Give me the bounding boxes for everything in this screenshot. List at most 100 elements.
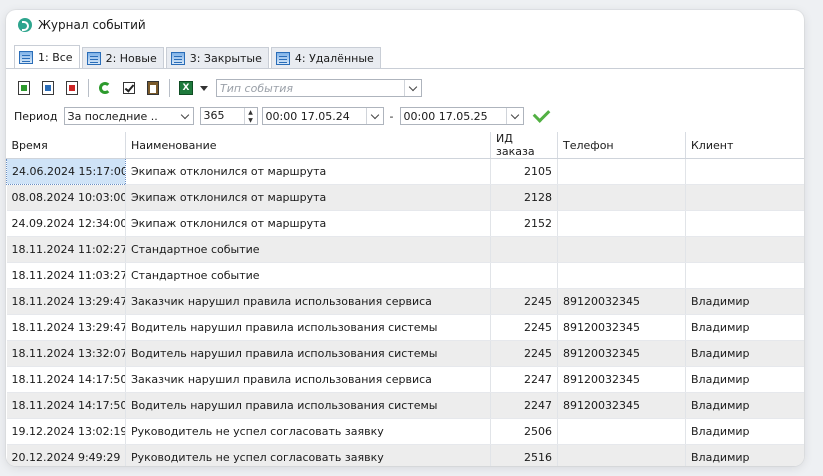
cell-name: Экипаж отклонился от маршрута [125, 184, 491, 211]
cell-name: Водитель нарушил правила использования с… [125, 340, 491, 367]
table-row[interactable]: 18.11.2024 13:32:07 Водитель нарушил прав… [6, 340, 804, 367]
cell-time: 18.11.2024 11:03:27 [6, 262, 126, 289]
cell-order-id: 2506 [490, 418, 558, 445]
table-row[interactable]: 24.06.2024 15:17:00 Экипаж отклонился от … [6, 158, 804, 185]
checkbox-icon [123, 82, 135, 94]
cell-client [685, 262, 804, 289]
list-icon [170, 51, 185, 65]
cell-time: 19.12.2024 13:02:19 [6, 418, 126, 445]
table-row[interactable]: 18.11.2024 14:17:50 Заказчик нарушил прав… [6, 366, 804, 393]
table-row[interactable]: 18.11.2024 11:03:27 Стандартное событие [6, 262, 804, 289]
chevron-down-icon[interactable] [177, 108, 193, 124]
column-header-phone[interactable]: Телефон [557, 132, 686, 159]
cell-phone [557, 444, 686, 466]
cell-order-id: 2245 [490, 288, 558, 315]
table-row[interactable]: 19.12.2024 13:02:19 Руководитель не успел… [6, 418, 804, 445]
cell-client: Владимир [685, 340, 804, 367]
add-button[interactable] [15, 79, 33, 97]
tab-deleted[interactable]: 4: Удалённые [270, 47, 381, 68]
table-row[interactable]: 20.12.2024 9:49:29 Руководитель не успел … [6, 444, 804, 466]
chevron-down-icon[interactable] [404, 80, 421, 96]
add-green-icon [18, 81, 30, 95]
event-type-select[interactable]: Тип события [216, 79, 422, 97]
period-value: За последние .. [67, 109, 158, 123]
cell-phone: 89120032345 [557, 366, 686, 393]
cell-name: Водитель нарушил правила использования с… [125, 392, 491, 419]
cell-client: Владимир [685, 418, 804, 445]
cell-phone: 89120032345 [557, 288, 686, 315]
spin-up-icon[interactable]: ▲ [245, 108, 257, 116]
cell-time: 18.11.2024 14:17:50 [6, 392, 126, 419]
tab-label: 2: Новые [105, 51, 157, 65]
chevron-down-icon[interactable] [365, 108, 383, 124]
tab-label: 1: Все [38, 50, 73, 64]
cell-order-id: 2247 [490, 366, 558, 393]
tab-closed[interactable]: 3: Закрытые [165, 47, 269, 68]
cell-name: Экипаж отклонился от маршрута [125, 210, 491, 237]
export-dropdown-caret-icon[interactable] [200, 85, 208, 91]
table-row[interactable]: 08.08.2024 10:03:00 Экипаж отклонился от … [6, 184, 804, 211]
tab-label: 3: Закрытые [189, 51, 262, 65]
date-to-picker[interactable]: 00:00 17.05.25 [399, 107, 524, 125]
column-header-order-id[interactable]: ИД заказа [490, 132, 558, 159]
select-all-button[interactable] [120, 79, 138, 97]
apply-filter-check-icon[interactable] [532, 105, 550, 123]
cell-phone [557, 236, 686, 263]
cell-time: 24.09.2024 12:34:00 [6, 210, 126, 237]
table-row[interactable]: 18.11.2024 11:02:27 Стандартное событие [6, 236, 804, 263]
cell-phone [557, 418, 686, 445]
clipboard-icon [147, 81, 159, 95]
cell-phone: 89120032345 [557, 314, 686, 341]
spin-down-icon[interactable]: ▼ [245, 116, 257, 124]
edit-button[interactable] [39, 79, 57, 97]
period-select[interactable]: За последние .. [63, 107, 194, 125]
cell-order-id: 2245 [490, 314, 558, 341]
cell-time: 18.11.2024 13:32:07 [6, 340, 126, 367]
days-spinner[interactable]: 365 ▲ ▼ [199, 107, 258, 125]
export-excel-button[interactable]: X [177, 79, 195, 97]
list-icon [86, 51, 101, 65]
column-header-client[interactable]: Клиент [685, 132, 804, 159]
cell-phone: 89120032345 [557, 392, 686, 419]
cell-time: 18.11.2024 14:17:50 [6, 366, 126, 393]
tab-strip: 1: Все 2: Новые 3: Закрытые 4: Удалённые [14, 45, 383, 68]
toolbar-separator [88, 79, 89, 97]
cell-name: Заказчик нарушил правила использования с… [125, 288, 491, 315]
cell-client [685, 210, 804, 237]
chevron-down-icon[interactable] [505, 108, 523, 124]
table-row[interactable]: 24.09.2024 12:34:00 Экипаж отклонился от … [6, 210, 804, 237]
cell-name: Экипаж отклонился от маршрута [125, 158, 491, 185]
cell-time: 20.12.2024 9:49:29 [6, 444, 126, 466]
date-from-picker[interactable]: 00:00 17.05.24 [261, 107, 384, 125]
date-from-value: 00:00 17.05.24 [265, 109, 350, 123]
table-row[interactable]: 18.11.2024 14:17:50 Водитель нарушил прав… [6, 392, 804, 419]
cell-phone [557, 184, 686, 211]
table-row[interactable]: 18.11.2024 13:29:47 Водитель нарушил прав… [6, 314, 804, 341]
list-icon [275, 51, 290, 65]
cell-name: Руководитель не успел согласовать заявку [125, 444, 491, 466]
cell-time: 18.11.2024 13:29:47 [6, 314, 126, 341]
events-table: Время Наименование ИД заказа Телефон Кли… [6, 132, 804, 466]
cell-order-id: 2152 [490, 210, 558, 237]
clipboard-button[interactable] [144, 79, 162, 97]
cell-phone [557, 262, 686, 289]
period-filter-bar: Период За последние .. 365 ▲ ▼ 00:00 17.0… [12, 105, 550, 127]
column-header-time[interactable]: Время [6, 132, 126, 159]
cell-order-id [490, 262, 558, 289]
table-row[interactable]: 18.11.2024 13:29:47 Заказчик нарушил прав… [6, 288, 804, 315]
tab-all[interactable]: 1: Все [14, 45, 80, 68]
date-range-dash: - [389, 109, 394, 123]
cell-name: Руководитель не успел согласовать заявку [125, 418, 491, 445]
delete-red-icon [66, 81, 78, 95]
event-log-window: Журнал событий 1: Все 2: Новые 3: Закрыт… [6, 10, 804, 466]
refresh-button[interactable] [96, 79, 114, 97]
cell-client [685, 158, 804, 185]
tab-new[interactable]: 2: Новые [81, 47, 164, 68]
delete-button[interactable] [63, 79, 81, 97]
column-header-name[interactable]: Наименование [125, 132, 491, 159]
cell-name: Стандартное событие [125, 236, 491, 263]
cell-phone [557, 210, 686, 237]
cell-client: Владимир [685, 288, 804, 315]
cell-phone: 89120032345 [557, 340, 686, 367]
list-icon [19, 50, 33, 64]
